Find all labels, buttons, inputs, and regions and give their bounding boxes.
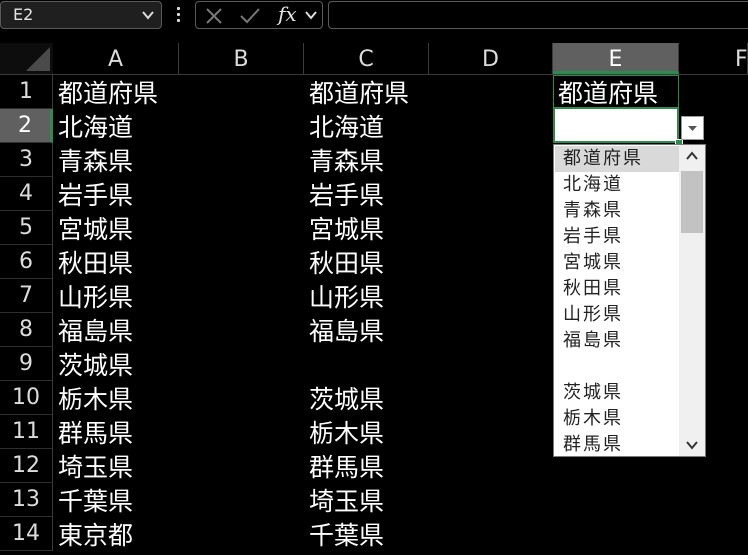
cell-a6[interactable]: 秋田県	[53, 245, 133, 279]
dropdown-option-blank[interactable]	[555, 354, 679, 380]
cell-c14[interactable]: 千葉県	[304, 517, 384, 551]
cell-a8[interactable]: 福島県	[53, 313, 133, 347]
cell-a1[interactable]: 都道府県	[53, 75, 158, 109]
name-box-value: E2	[13, 5, 34, 24]
cell-c4[interactable]: 岩手県	[304, 177, 384, 211]
cell-c11[interactable]: 栃木県	[304, 415, 384, 449]
dropdown-arrow-icon	[688, 126, 697, 131]
cell-a2[interactable]: 北海道	[53, 109, 133, 143]
scroll-up-icon[interactable]	[683, 149, 701, 163]
dropdown-option[interactable]: 宮城県	[555, 250, 679, 276]
check-icon[interactable]	[238, 6, 262, 26]
dropdown-option[interactable]: 青森県	[555, 198, 679, 224]
chevron-down-icon[interactable]	[141, 5, 155, 25]
active-cell-e2[interactable]	[553, 107, 679, 143]
row-header-13[interactable]: 13	[0, 483, 53, 517]
dropdown-option[interactable]: 山形県	[555, 302, 679, 328]
column-header-e[interactable]: E	[553, 43, 679, 74]
cell-a13[interactable]: 千葉県	[53, 483, 133, 517]
dropdown-option[interactable]: 福島県	[555, 328, 679, 354]
cell-c3[interactable]: 青森県	[304, 143, 384, 177]
insert-function-icon[interactable]: fx	[278, 2, 297, 26]
row-header-11[interactable]: 11	[0, 415, 53, 449]
scrollbar-thumb[interactable]	[681, 171, 703, 233]
formula-bar: E2 fx	[0, 0, 748, 34]
row-header-8[interactable]: 8	[0, 313, 53, 347]
column-header-a[interactable]: A	[53, 43, 179, 74]
cell-c12[interactable]: 群馬県	[304, 449, 384, 483]
row-header-1[interactable]: 1	[0, 75, 53, 109]
row-header-2[interactable]: 2	[0, 109, 53, 143]
cell-a10[interactable]: 栃木県	[53, 381, 133, 415]
cell-c1[interactable]: 都道府県	[304, 75, 409, 109]
cancel-icon[interactable]	[204, 6, 224, 26]
row-header-9[interactable]: 9	[0, 347, 53, 381]
cell-a7[interactable]: 山形県	[53, 279, 133, 313]
cell-e1[interactable]: 都道府県	[553, 75, 658, 109]
row-header-4[interactable]: 4	[0, 177, 53, 211]
row-header-14[interactable]: 14	[0, 517, 53, 551]
select-all-icon	[26, 47, 50, 71]
cell-c6[interactable]: 秋田県	[304, 245, 384, 279]
cell-a14[interactable]: 東京都	[53, 517, 133, 551]
formula-controls: fx	[195, 1, 323, 29]
cell-c7[interactable]: 山形県	[304, 279, 384, 313]
cell-c5[interactable]: 宮城県	[304, 211, 384, 245]
cell-c9[interactable]	[304, 347, 309, 381]
dropdown-list: 都道府県 北海道 青森県 岩手県 宮城県 秋田県 山形県 福島県 茨城県 栃木県…	[553, 144, 706, 457]
column-header-c[interactable]: C	[304, 43, 429, 74]
row-header-6[interactable]: 6	[0, 245, 53, 279]
more-options-icon[interactable]	[174, 6, 182, 24]
cell-c8[interactable]: 福島県	[304, 313, 384, 347]
column-header-f[interactable]: F	[679, 43, 748, 74]
dropdown-option[interactable]: 秋田県	[555, 276, 679, 302]
chevron-down-icon[interactable]	[304, 8, 318, 22]
cell-a9[interactable]: 茨城県	[53, 347, 133, 381]
cell-a12[interactable]: 埼玉県	[53, 449, 133, 483]
dropdown-option[interactable]: 岩手県	[555, 224, 679, 250]
dropdown-option[interactable]: 茨城県	[555, 380, 679, 406]
cell-c13[interactable]: 埼玉県	[304, 483, 384, 517]
row-header-3[interactable]: 3	[0, 143, 53, 177]
row-header-7[interactable]: 7	[0, 279, 53, 313]
cell-a4[interactable]: 岩手県	[53, 177, 133, 211]
cell-c2[interactable]: 北海道	[304, 109, 384, 143]
row-header-10[interactable]: 10	[0, 381, 53, 415]
cell-a3[interactable]: 青森県	[53, 143, 133, 177]
formula-input[interactable]	[328, 1, 748, 29]
dropdown-option[interactable]: 都道府県	[555, 146, 679, 172]
column-header-d[interactable]: D	[429, 43, 553, 74]
cell-a11[interactable]: 群馬県	[53, 415, 133, 449]
dropdown-scrollbar[interactable]	[679, 145, 705, 456]
dropdown-option[interactable]: 栃木県	[555, 406, 679, 432]
row-header-12[interactable]: 12	[0, 449, 53, 483]
row-header-5[interactable]: 5	[0, 211, 53, 245]
dropdown-button[interactable]	[681, 116, 704, 140]
dropdown-option[interactable]: 北海道	[555, 172, 679, 198]
column-header-b[interactable]: B	[179, 43, 304, 74]
scroll-down-icon[interactable]	[683, 438, 701, 452]
name-box[interactable]: E2	[0, 1, 162, 29]
cell-c10[interactable]: 茨城県	[304, 381, 384, 415]
dropdown-option[interactable]: 群馬県	[555, 432, 679, 458]
select-all-button[interactable]	[0, 43, 53, 74]
cell-a5[interactable]: 宮城県	[53, 211, 133, 245]
